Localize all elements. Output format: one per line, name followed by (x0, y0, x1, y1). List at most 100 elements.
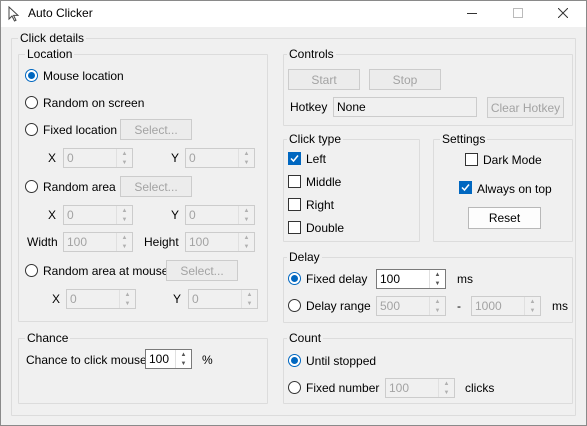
down-arrow-icon[interactable]: ▼ (525, 306, 540, 315)
chance-value: 100 (149, 352, 170, 366)
area-width-input[interactable]: 100 ▲ ▼ (63, 232, 133, 252)
fixed-location-select-button[interactable]: Select... (120, 119, 192, 140)
always-on-top-checkbox[interactable] (459, 181, 472, 194)
down-arrow-icon[interactable]: ▼ (239, 242, 254, 251)
up-arrow-icon[interactable]: ▲ (117, 149, 132, 158)
until-stopped-radio[interactable] (288, 354, 301, 367)
chance-stepper[interactable]: ▲ ▼ (175, 350, 191, 368)
down-arrow-icon[interactable]: ▼ (239, 215, 254, 224)
area-y-input[interactable]: 0 ▲ ▼ (185, 205, 255, 225)
random-area-at-mouse-radio[interactable] (25, 264, 38, 277)
fixed-number-label[interactable]: Fixed number (306, 381, 379, 395)
app-cursor-icon (8, 5, 20, 25)
area-x-stepper[interactable]: ▲ ▼ (116, 206, 132, 224)
fixed-y-input[interactable]: 0 ▲ ▼ (185, 148, 255, 168)
click-type-legend: Click type (287, 132, 344, 146)
delay-range-max-stepper[interactable]: ▲ ▼ (524, 297, 540, 315)
down-arrow-icon[interactable]: ▼ (430, 306, 445, 315)
fixed-number-stepper[interactable]: ▲ ▼ (438, 379, 454, 397)
middle-checkbox[interactable] (288, 175, 301, 188)
down-arrow-icon[interactable]: ▼ (239, 158, 254, 167)
down-arrow-icon[interactable]: ▼ (117, 158, 132, 167)
close-button[interactable] (540, 1, 586, 27)
random-area-radio[interactable] (25, 180, 38, 193)
up-arrow-icon[interactable]: ▲ (239, 233, 254, 242)
always-on-top-label[interactable]: Always on top (477, 182, 552, 196)
mouse-x-input[interactable]: 0 ▲ ▼ (66, 289, 136, 309)
fixed-delay-stepper[interactable]: ▲ ▼ (429, 270, 445, 288)
mouse-y-input[interactable]: 0 ▲ ▼ (188, 289, 258, 309)
random-area-label[interactable]: Random area (43, 180, 116, 194)
chance-input[interactable]: 100 ▲ ▼ (145, 349, 192, 369)
up-arrow-icon[interactable]: ▲ (117, 206, 132, 215)
left-checkbox[interactable] (288, 152, 301, 165)
fixed-delay-input[interactable]: 100 ▲ ▼ (376, 269, 446, 289)
up-arrow-icon[interactable]: ▲ (120, 290, 135, 299)
fixed-number-radio[interactable] (288, 381, 301, 394)
delay-range-min-stepper[interactable]: ▲ ▼ (429, 297, 445, 315)
random-area-select-button[interactable]: Select... (120, 176, 192, 197)
middle-label[interactable]: Middle (306, 175, 341, 189)
delay-range-label[interactable]: Delay range (306, 299, 371, 313)
fixed-x-input[interactable]: 0 ▲ ▼ (63, 148, 133, 168)
double-checkbox[interactable] (288, 221, 301, 234)
delay-range-max-input[interactable]: 1000 ▲ ▼ (471, 296, 541, 316)
down-arrow-icon[interactable]: ▼ (117, 215, 132, 224)
random-on-screen-label[interactable]: Random on screen (43, 96, 144, 110)
down-arrow-icon[interactable]: ▼ (430, 279, 445, 288)
mouse-y-stepper[interactable]: ▲ ▼ (241, 290, 257, 308)
fixed-y-label: Y (171, 151, 180, 165)
random-on-screen-radio[interactable] (25, 96, 38, 109)
until-stopped-label[interactable]: Until stopped (306, 354, 376, 368)
hotkey-field[interactable]: None (333, 97, 477, 117)
up-arrow-icon[interactable]: ▲ (525, 297, 540, 306)
area-y-stepper[interactable]: ▲ ▼ (238, 206, 254, 224)
clear-hotkey-button[interactable]: Clear Hotkey (487, 97, 564, 118)
left-label[interactable]: Left (306, 152, 326, 166)
area-x-input[interactable]: 0 ▲ ▼ (63, 205, 133, 225)
dark-mode-label[interactable]: Dark Mode (483, 153, 542, 167)
area-width-stepper[interactable]: ▲ ▼ (116, 233, 132, 251)
dark-mode-checkbox[interactable] (465, 153, 478, 166)
area-height-input[interactable]: 100 ▲ ▼ (185, 232, 255, 252)
fixed-number-input[interactable]: 100 ▲ ▼ (385, 378, 455, 398)
fixed-location-label[interactable]: Fixed location (43, 123, 117, 137)
down-arrow-icon[interactable]: ▼ (242, 299, 257, 308)
mouse-location-label[interactable]: Mouse location (43, 69, 124, 83)
double-label[interactable]: Double (306, 221, 344, 235)
maximize-button[interactable] (495, 1, 541, 27)
up-arrow-icon[interactable]: ▲ (430, 297, 445, 306)
fixed-x-stepper[interactable]: ▲ ▼ (116, 149, 132, 167)
up-arrow-icon[interactable]: ▲ (242, 290, 257, 299)
down-arrow-icon[interactable]: ▼ (117, 242, 132, 251)
up-arrow-icon[interactable]: ▲ (439, 379, 454, 388)
up-arrow-icon[interactable]: ▲ (176, 350, 191, 359)
mouse-location-radio[interactable] (25, 69, 38, 82)
right-checkbox[interactable] (288, 198, 301, 211)
up-arrow-icon[interactable]: ▲ (430, 270, 445, 279)
area-height-stepper[interactable]: ▲ ▼ (238, 233, 254, 251)
fixed-location-radio[interactable] (25, 123, 38, 136)
fixed-y-stepper[interactable]: ▲ ▼ (238, 149, 254, 167)
start-button[interactable]: Start (288, 69, 360, 90)
minimize-button[interactable] (449, 1, 495, 27)
delay-range-min-input[interactable]: 500 ▲ ▼ (376, 296, 446, 316)
down-arrow-icon[interactable]: ▼ (176, 359, 191, 368)
delay-range-radio[interactable] (288, 299, 301, 312)
area-width-value: 100 (67, 235, 88, 249)
random-area-at-mouse-select-button[interactable]: Select... (166, 260, 238, 281)
right-label[interactable]: Right (306, 198, 334, 212)
down-arrow-icon[interactable]: ▼ (439, 388, 454, 397)
fixed-delay-label[interactable]: Fixed delay (306, 272, 367, 286)
down-arrow-icon[interactable]: ▼ (120, 299, 135, 308)
mouse-x-stepper[interactable]: ▲ ▼ (119, 290, 135, 308)
stop-button[interactable]: Stop (369, 69, 441, 90)
chance-legend: Chance (25, 331, 71, 345)
title-bar[interactable]: Auto Clicker (1, 1, 586, 27)
up-arrow-icon[interactable]: ▲ (117, 233, 132, 242)
up-arrow-icon[interactable]: ▲ (239, 206, 254, 215)
up-arrow-icon[interactable]: ▲ (239, 149, 254, 158)
fixed-delay-radio[interactable] (288, 272, 301, 285)
reset-button[interactable]: Reset (468, 207, 541, 229)
random-area-at-mouse-label[interactable]: Random area at mouse (43, 264, 168, 278)
